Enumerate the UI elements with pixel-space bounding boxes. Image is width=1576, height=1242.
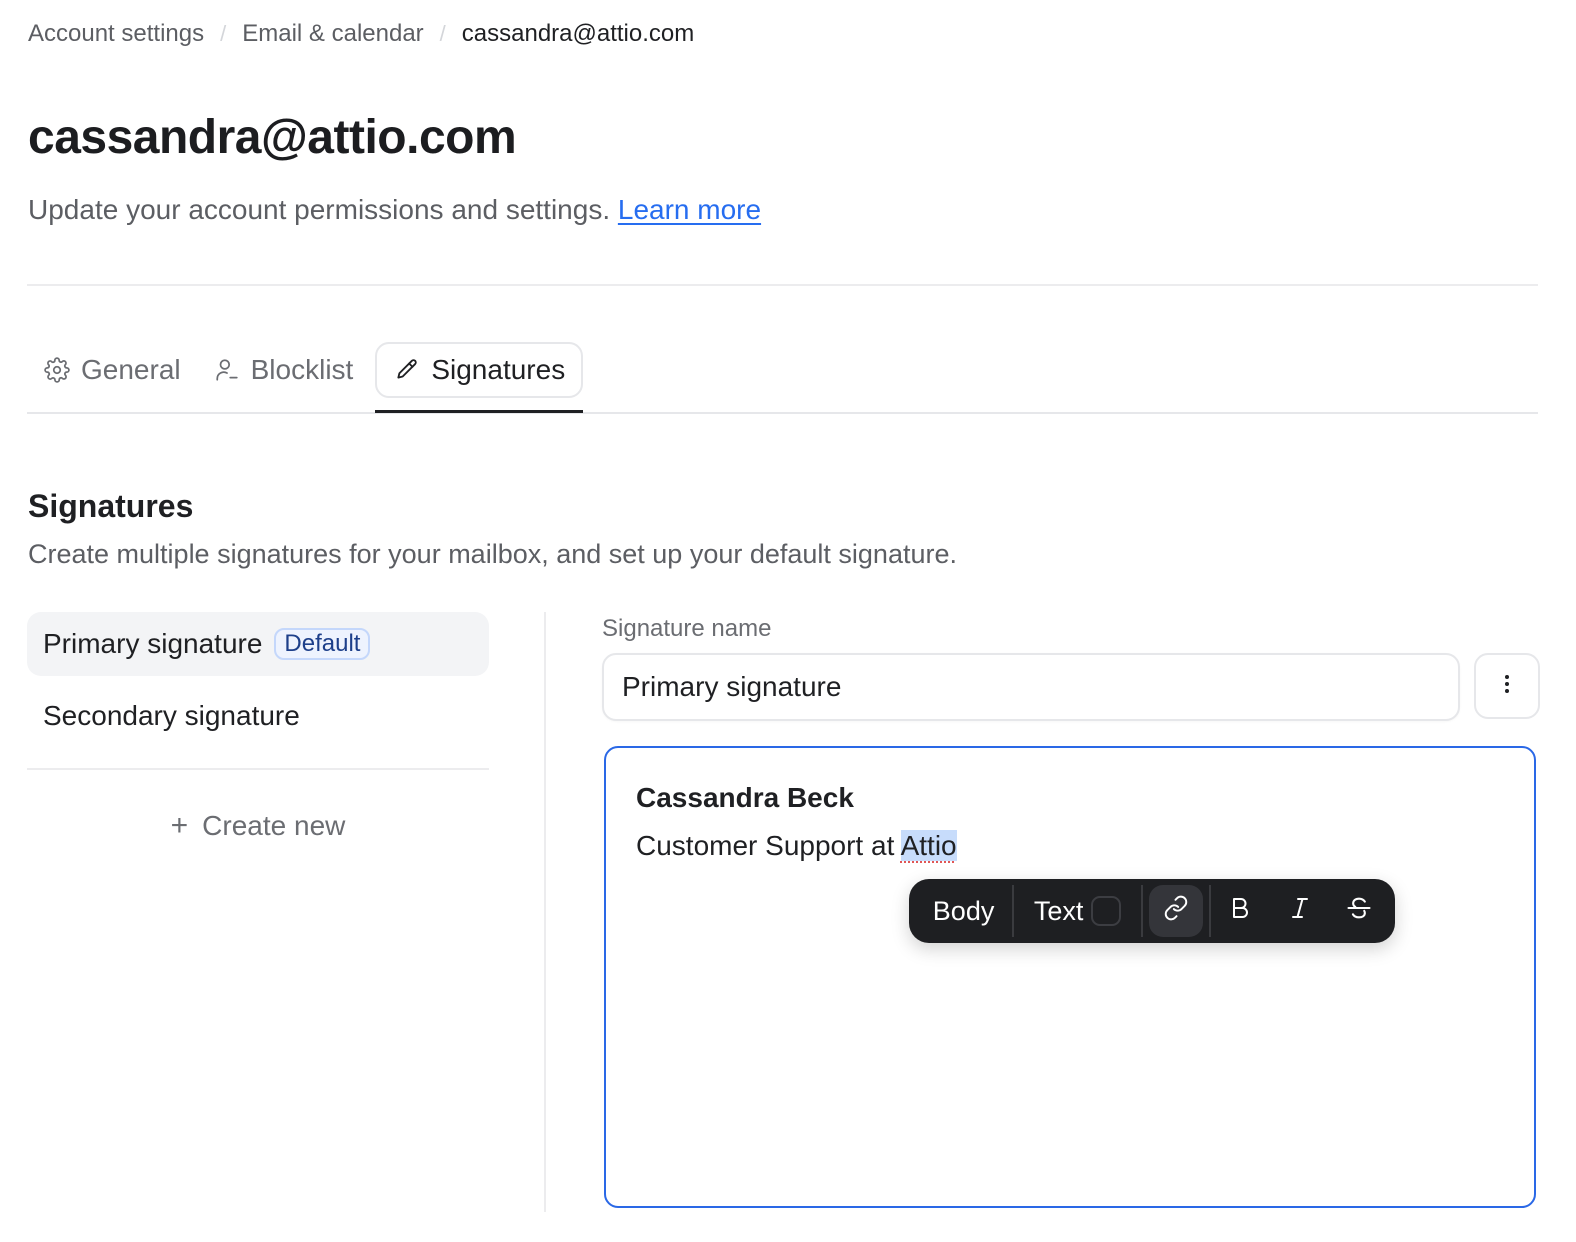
breadcrumb: Account settings / Email & calendar / ca… — [28, 18, 694, 50]
signature-item-secondary[interactable]: Secondary signature — [27, 684, 489, 748]
tab-blocklist-label: Blocklist — [250, 354, 354, 385]
tab-general[interactable]: General — [27, 342, 197, 398]
breadcrumb-account-settings[interactable]: Account settings — [28, 18, 204, 50]
more-vertical-icon — [1503, 672, 1511, 701]
learn-more-link[interactable]: Learn more — [618, 194, 761, 225]
text-color-label: Text — [1033, 895, 1084, 926]
signature-item-label: Secondary signature — [43, 700, 300, 731]
pencil-icon — [393, 356, 421, 384]
user-minus-icon — [213, 356, 241, 384]
default-badge: Default — [274, 628, 371, 660]
breadcrumb-separator: / — [439, 21, 446, 46]
section-description: Create multiple signatures for your mail… — [28, 539, 957, 569]
tab-blocklist[interactable]: Blocklist — [197, 342, 370, 398]
body-style-button[interactable]: Body — [915, 885, 1012, 937]
tab-signatures-label: Signatures — [431, 354, 566, 385]
pane-divider — [544, 612, 546, 1212]
signature-role-line: Customer Support at Attio — [636, 828, 1504, 864]
breadcrumb-email-calendar[interactable]: Email & calendar — [242, 18, 423, 50]
header-divider — [27, 284, 1538, 286]
signature-item-label: Primary signature — [43, 628, 263, 659]
link-icon — [1163, 895, 1189, 928]
create-new-label: Create new — [202, 810, 346, 841]
signature-item-primary[interactable]: Primary signature Default — [27, 612, 489, 676]
signature-name-input[interactable] — [602, 653, 1460, 721]
gear-icon — [43, 356, 71, 384]
breadcrumb-separator: / — [220, 21, 227, 46]
page-subtitle-text: Update your account permissions and sett… — [28, 194, 611, 225]
breadcrumb-current: cassandra@attio.com — [461, 20, 695, 47]
selected-text: Attio — [900, 830, 957, 861]
create-new-button[interactable]: + Create new — [27, 794, 489, 858]
format-toolbar: Body Text — [909, 879, 1395, 943]
more-options-button[interactable] — [1474, 653, 1540, 719]
tab-general-label: General — [81, 354, 181, 385]
bold-icon — [1228, 895, 1252, 928]
list-divider — [27, 768, 489, 770]
strikethrough-button[interactable] — [1330, 885, 1389, 937]
toolbar-divider — [1141, 885, 1144, 937]
role-text: Customer Support at — [636, 830, 901, 861]
strikethrough-icon — [1345, 894, 1373, 929]
tab-signatures[interactable]: Signatures — [375, 342, 584, 413]
signature-editor[interactable]: Cassandra Beck Customer Support at Attio — [604, 746, 1536, 1208]
signature-name-label: Signature name — [602, 615, 772, 642]
color-swatch — [1091, 896, 1122, 926]
bold-button[interactable] — [1211, 885, 1270, 937]
plus-icon: + — [170, 809, 189, 842]
text-color-button[interactable]: Text — [1014, 885, 1141, 937]
italic-button[interactable] — [1270, 885, 1329, 937]
page-title: cassandra@attio.com — [28, 111, 517, 164]
signature-name-line: Cassandra Beck — [636, 782, 854, 813]
tab-bar: General Blocklist Signatures — [27, 342, 1538, 414]
section-title: Signatures — [28, 488, 194, 524]
page: Account settings / Email & calendar / ca… — [0, 0, 1576, 1242]
signature-list: Primary signature Default Secondary sign… — [27, 612, 489, 858]
italic-icon — [1288, 895, 1312, 928]
link-button[interactable] — [1149, 885, 1203, 937]
page-subtitle: Update your account permissions and sett… — [28, 192, 761, 228]
